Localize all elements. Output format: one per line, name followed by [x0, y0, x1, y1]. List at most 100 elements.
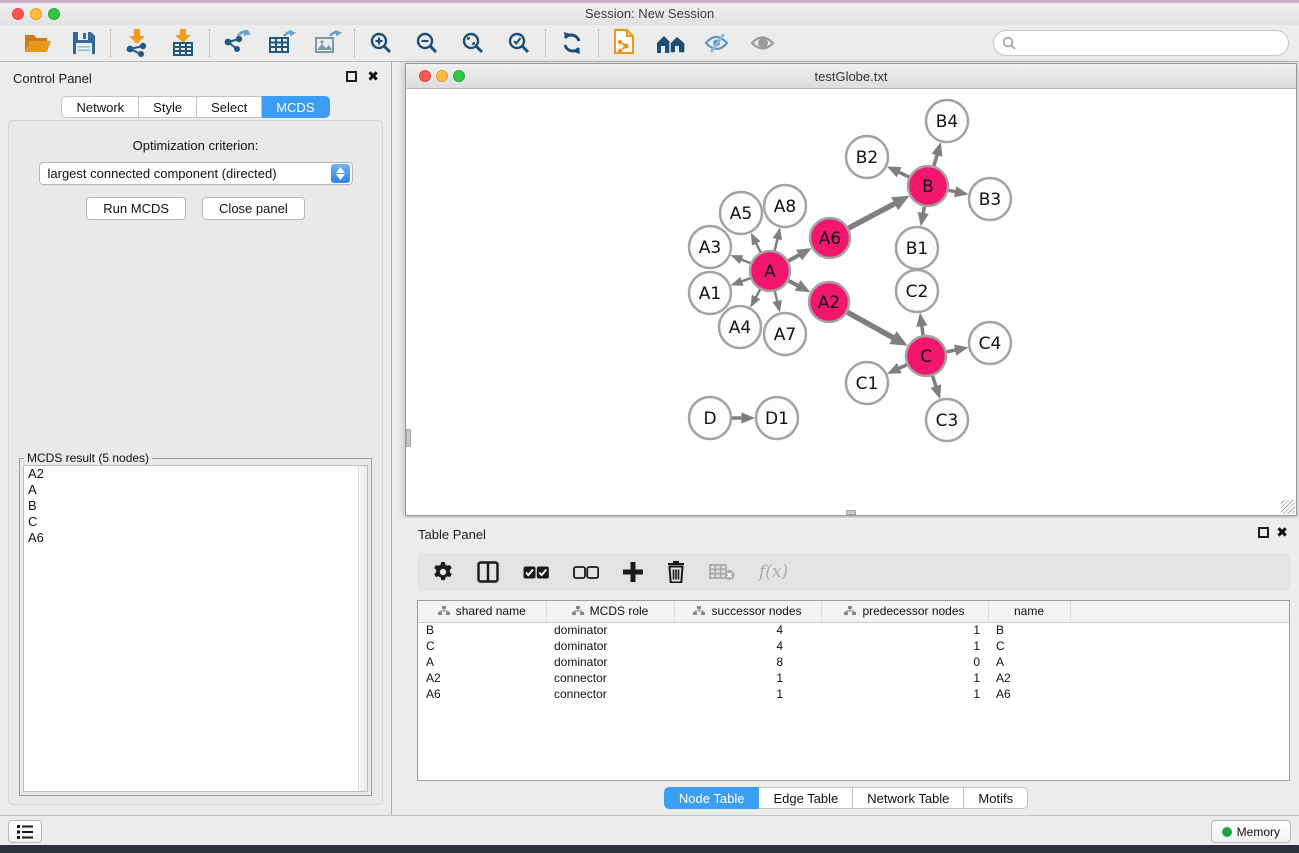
- col-mcds-role[interactable]: MCDS role: [546, 601, 674, 622]
- open-session-icon[interactable]: [22, 28, 54, 58]
- table-header-row[interactable]: shared name MCDS role successor nodes pr…: [418, 601, 1289, 622]
- search-input[interactable]: [1022, 36, 1288, 51]
- tab-mcds[interactable]: MCDS: [262, 96, 329, 118]
- show-columns-icon[interactable]: [477, 561, 499, 583]
- memory-button[interactable]: Memory: [1211, 820, 1291, 843]
- col-predecessor-nodes[interactable]: predecessor nodes: [821, 601, 988, 622]
- table-cell[interactable]: A2: [988, 670, 1070, 686]
- tab-network[interactable]: Network: [61, 96, 139, 118]
- col-successor-nodes[interactable]: successor nodes: [674, 601, 821, 622]
- col-name[interactable]: name: [988, 601, 1070, 622]
- graph-edge-A2-C[interactable]: [845, 311, 896, 339]
- vertical-scrollbar-stub[interactable]: [406, 429, 411, 447]
- deselect-all-icon[interactable]: [573, 566, 599, 579]
- tab-select[interactable]: Select: [197, 96, 262, 118]
- select-all-icon[interactable]: [523, 566, 549, 579]
- import-table-icon[interactable]: [167, 28, 199, 58]
- table-cell[interactable]: 8: [674, 654, 821, 670]
- net-close-button[interactable]: [419, 70, 431, 82]
- table-row[interactable]: Bdominator41B: [418, 622, 1289, 638]
- table-cell[interactable]: 1: [674, 670, 821, 686]
- table-cell[interactable]: dominator: [546, 638, 674, 654]
- save-session-icon[interactable]: [68, 28, 100, 58]
- table-close-panel-icon[interactable]: ✖: [1276, 524, 1288, 541]
- table-cell[interactable]: A6: [418, 686, 546, 702]
- node-table[interactable]: shared name MCDS role successor nodes pr…: [417, 600, 1290, 781]
- mcds-result-item[interactable]: B: [24, 498, 367, 514]
- window-resize-grip[interactable]: [1281, 500, 1295, 514]
- table-cell[interactable]: B: [418, 622, 546, 638]
- export-network-icon[interactable]: [220, 28, 252, 58]
- mcds-result-item[interactable]: A6: [24, 530, 367, 546]
- table-cell[interactable]: C: [418, 638, 546, 654]
- mcds-result-item[interactable]: A2: [24, 466, 367, 482]
- export-image-icon[interactable]: [312, 28, 344, 58]
- import-network-icon[interactable]: [121, 28, 153, 58]
- tab-network-table[interactable]: Network Table: [853, 787, 964, 809]
- table-cell[interactable]: [1070, 654, 1289, 670]
- optimization-criterion-dropdown[interactable]: largest connected component (directed): [39, 162, 353, 185]
- mcds-result-item[interactable]: C: [24, 514, 367, 530]
- new-network-from-selection-icon[interactable]: [609, 28, 641, 58]
- table-cell[interactable]: C: [988, 638, 1070, 654]
- hide-selected-icon[interactable]: [701, 28, 733, 58]
- result-scrollbar[interactable]: [358, 466, 367, 791]
- float-panel-icon[interactable]: [346, 71, 357, 82]
- refresh-icon[interactable]: [556, 28, 588, 58]
- table-row[interactable]: A2connector11A2: [418, 670, 1289, 686]
- mcds-result-list[interactable]: A2ABCA6: [23, 465, 368, 792]
- task-history-button[interactable]: [8, 820, 42, 843]
- table-cell[interactable]: 4: [674, 622, 821, 638]
- table-cell[interactable]: 1: [821, 622, 988, 638]
- delete-icon[interactable]: [667, 561, 685, 583]
- export-table-icon[interactable]: [266, 28, 298, 58]
- mcds-result-item[interactable]: A: [24, 482, 367, 498]
- close-panel-icon[interactable]: ✖: [367, 68, 379, 85]
- zoom-in-icon[interactable]: [365, 28, 397, 58]
- first-neighbors-icon[interactable]: [655, 28, 687, 58]
- zoom-fit-icon[interactable]: [457, 28, 489, 58]
- tab-motifs[interactable]: Motifs: [964, 787, 1028, 809]
- table-cell[interactable]: connector: [546, 686, 674, 702]
- table-settings-icon[interactable]: [433, 562, 453, 582]
- function-builder-icon[interactable]: f(x): [759, 562, 788, 582]
- close-panel-button[interactable]: Close panel: [202, 197, 305, 220]
- table-cell[interactable]: B: [988, 622, 1070, 638]
- table-cell[interactable]: A6: [988, 686, 1070, 702]
- close-window-button[interactable]: [12, 8, 24, 20]
- table-cell[interactable]: connector: [546, 670, 674, 686]
- tab-edge-table[interactable]: Edge Table: [759, 787, 853, 809]
- zoom-selected-icon[interactable]: [503, 28, 535, 58]
- table-cell[interactable]: 4: [674, 638, 821, 654]
- table-row[interactable]: Cdominator41C: [418, 638, 1289, 654]
- table-cell[interactable]: [1070, 670, 1289, 686]
- network-canvas[interactable]: B4B2BB3A5A8A3A6B1AA1C2A4A7A2CC4C1C3DD1: [406, 89, 1296, 515]
- show-all-icon[interactable]: [747, 28, 779, 58]
- tab-node-table[interactable]: Node Table: [664, 787, 760, 809]
- table-row[interactable]: A6connector11A6: [418, 686, 1289, 702]
- net-minimize-button[interactable]: [436, 70, 448, 82]
- delete-table-icon[interactable]: [709, 563, 735, 581]
- network-window-titlebar[interactable]: testGlobe.txt: [406, 64, 1296, 89]
- table-float-panel-icon[interactable]: [1258, 527, 1269, 538]
- graph-edge-A6-B[interactable]: [846, 202, 897, 229]
- horizontal-scrollbar-stub[interactable]: [846, 510, 856, 515]
- table-cell[interactable]: A: [418, 654, 546, 670]
- table-cell[interactable]: [1070, 638, 1289, 654]
- table-cell[interactable]: [1070, 686, 1289, 702]
- table-cell[interactable]: 1: [821, 670, 988, 686]
- col-shared-name[interactable]: shared name: [418, 601, 546, 622]
- net-zoom-button[interactable]: [453, 70, 465, 82]
- table-cell[interactable]: [1070, 622, 1289, 638]
- table-cell[interactable]: 1: [674, 686, 821, 702]
- table-row[interactable]: Adominator80A: [418, 654, 1289, 670]
- table-cell[interactable]: A: [988, 654, 1070, 670]
- minimize-window-button[interactable]: [30, 8, 42, 20]
- zoom-window-button[interactable]: [48, 8, 60, 20]
- tab-style[interactable]: Style: [139, 96, 197, 118]
- table-cell[interactable]: dominator: [546, 622, 674, 638]
- table-cell[interactable]: 1: [821, 686, 988, 702]
- table-cell[interactable]: 0: [821, 654, 988, 670]
- search-field[interactable]: [993, 30, 1289, 56]
- table-cell[interactable]: A2: [418, 670, 546, 686]
